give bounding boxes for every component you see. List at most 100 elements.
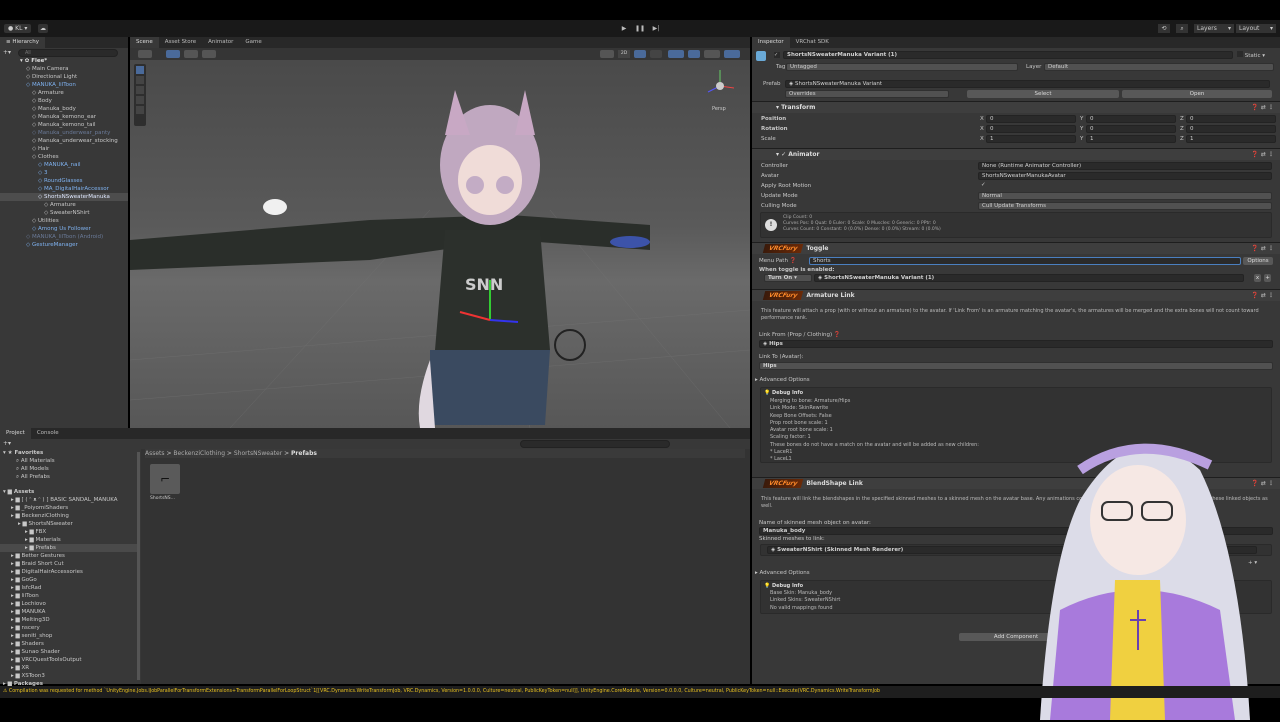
tag-dropdown[interactable]: Untagged <box>786 63 1018 71</box>
tab-asset-store[interactable]: Asset Store <box>159 37 202 48</box>
hierarchy-item[interactable]: ◇ Armature <box>0 89 128 97</box>
rect-tool-icon[interactable] <box>136 106 144 114</box>
layer-dropdown[interactable]: Default <box>1044 63 1274 71</box>
link-to-dropdown[interactable]: Hips <box>759 362 1273 370</box>
asset-item[interactable]: ⌐ ShortsNS... <box>150 464 182 501</box>
shading-mode-dropdown[interactable] <box>600 50 614 58</box>
animator-field-value[interactable]: Cull Update Transforms <box>978 202 1272 210</box>
hierarchy-item[interactable]: ◇ Manuka_underwear_stocking <box>0 137 128 145</box>
open-button[interactable]: Open <box>1122 90 1272 98</box>
hierarchy-item[interactable]: ◇ Manuka_body <box>0 105 128 113</box>
hierarchy-item[interactable]: ◇ SweaterNShirt <box>0 209 128 217</box>
folder-item[interactable]: ▸ ▆ seniti_shop <box>0 632 137 640</box>
hierarchy-search-input[interactable] <box>18 49 118 57</box>
tab-scene[interactable]: Scene <box>130 37 159 48</box>
component-menu-icon[interactable]: ❓ ⇄ ⋮ <box>1251 243 1274 255</box>
cloud-icon[interactable]: ☁ <box>38 24 48 33</box>
move-tool-icon[interactable] <box>136 76 144 84</box>
hierarchy-item[interactable]: ◇ MANUKA_lilToon <box>0 81 128 89</box>
history-icon[interactable]: ⟲ <box>1158 24 1170 33</box>
snap-dropdown[interactable] <box>202 50 216 58</box>
transform-position-x-input[interactable]: 0 <box>986 115 1076 123</box>
hierarchy-item[interactable]: ◇ GestureManager <box>0 241 128 249</box>
folder-item[interactable]: ▸ ▆ ShortsNSweater <box>0 520 137 528</box>
create-button[interactable]: +▾ <box>3 49 11 56</box>
hierarchy-item[interactable]: ◇ Main Camera <box>0 65 128 73</box>
tab-vrchat-sdk[interactable]: VRChat SDK <box>790 37 835 48</box>
scene-viewport[interactable]: SNN Persp <box>130 60 750 428</box>
tab-hierarchy[interactable]: ≡ Hierarchy <box>0 37 45 48</box>
folder-item[interactable]: ▸ ▆ Sunao Shader <box>0 648 137 656</box>
folder-item[interactable]: ▸ ▆ Melting3D <box>0 616 137 624</box>
hierarchy-item[interactable]: ◇ Hair <box>0 145 128 153</box>
folder-item[interactable]: ▸ ▆ XSToon3 <box>0 672 137 680</box>
hierarchy-item[interactable]: ◇ RoundGlasses <box>0 177 128 185</box>
tab-console[interactable]: Console <box>31 428 65 439</box>
folder-item[interactable]: ▸ ▆ FBX <box>0 528 137 536</box>
favorite-item[interactable]: ⌕ All Models <box>16 465 49 473</box>
animator-field-value[interactable]: None (Runtime Animator Controller) <box>978 162 1272 170</box>
lighting-toggle[interactable] <box>634 50 646 58</box>
component-menu-icon[interactable]: ❓ ⇄ ⋮ <box>1251 290 1274 302</box>
layout-dropdown[interactable]: Layout ▾ <box>1236 24 1276 33</box>
hierarchy-item[interactable]: ◇ Manuka_kemono_ear <box>0 113 128 121</box>
hierarchy-item[interactable]: ◇ Armature <box>0 201 128 209</box>
status-bar[interactable]: ⚠ Compilation was requested for method `… <box>0 686 1280 698</box>
tab-animator[interactable]: Animator <box>202 37 239 48</box>
account-dropdown[interactable]: ● KL ▾ <box>4 24 32 33</box>
camera-dropdown[interactable] <box>704 50 720 58</box>
transform-rotation-x-input[interactable]: 0 <box>986 125 1076 133</box>
folder-item[interactable]: ▸ ▆ BeckenziClothing <box>0 512 137 520</box>
scene-root[interactable]: ▾ ✿ Flee* <box>20 57 47 65</box>
pivot-dropdown[interactable] <box>166 50 180 58</box>
component-menu-icon[interactable]: ❓ ⇄ ⋮ <box>1251 102 1274 114</box>
project-create-button[interactable]: +▾ <box>3 440 11 447</box>
transform-scale-y-input[interactable]: 1 <box>1086 135 1176 143</box>
overrides-dropdown[interactable]: Overrides <box>785 90 949 98</box>
folder-item[interactable]: ▸ ▆ XR <box>0 664 137 672</box>
transform-position-y-input[interactable]: 0 <box>1086 115 1176 123</box>
tab-game[interactable]: Game <box>239 37 267 48</box>
vrcfury-armature-link-header[interactable]: VRCFury Armature Link ❓ ⇄ ⋮ <box>752 289 1280 301</box>
audio-toggle[interactable] <box>650 50 662 58</box>
transform-scale-z-input[interactable]: 1 <box>1186 135 1276 143</box>
component-menu-icon[interactable]: ❓ ⇄ ⋮ <box>1251 149 1274 161</box>
hidden-toggle[interactable] <box>688 50 700 58</box>
add-action-button[interactable]: + <box>1264 274 1271 282</box>
folder-item[interactable]: ▸ ▆ DigitalHairAccessories <box>0 568 137 576</box>
step-button[interactable]: ▶| <box>651 24 661 33</box>
advanced-options-toggle[interactable]: ▸ Advanced Options <box>755 376 810 384</box>
hierarchy-item[interactable]: ◇ MA_DigitalHairAccessor <box>0 185 128 193</box>
folder-item[interactable]: ▸ ▆ Better Gestures <box>0 552 137 560</box>
tool-handle-dropdown[interactable] <box>138 50 152 58</box>
project-search-input[interactable] <box>520 440 670 448</box>
folder-item[interactable]: ▸ ▆ VRCQuestToolsOutput <box>0 656 137 664</box>
hierarchy-item[interactable]: ◇ Body <box>0 97 128 105</box>
hierarchy-item[interactable]: ◇ Manuka_underwear_panty <box>0 129 128 137</box>
assets-header[interactable]: ▾ ▆ Assets <box>3 488 34 496</box>
vrcfury-toggle-header[interactable]: VRCFury Toggle ❓ ⇄ ⋮ <box>752 242 1280 254</box>
hierarchy-item[interactable]: ◇ Manuka_kemono_tail <box>0 121 128 129</box>
folder-item[interactable]: ▸ ▆ Lochiovo <box>0 600 137 608</box>
effects-toggle[interactable] <box>668 50 684 58</box>
folder-item[interactable]: ▸ ▆ MANUKA <box>0 608 137 616</box>
link-from-field[interactable]: ◈ Hips <box>759 340 1273 348</box>
perspective-label[interactable]: Persp <box>712 106 726 112</box>
object-name-input[interactable]: ShortsNSweaterManuka Variant (1) <box>783 51 1233 59</box>
orientation-gizmo[interactable] <box>702 68 738 104</box>
layers-dropdown[interactable]: Layers ▾ <box>1194 24 1234 33</box>
folder-item[interactable]: ▸ ▆ nscery <box>0 624 137 632</box>
select-button[interactable]: Select <box>967 90 1119 98</box>
advanced-options-toggle[interactable]: ▸ Advanced Options <box>755 569 810 577</box>
pause-button[interactable]: ❚❚ <box>635 24 645 33</box>
tab-inspector[interactable]: Inspector <box>752 37 790 48</box>
favorites-header[interactable]: ▾ ★ Favorites <box>3 449 43 457</box>
hierarchy-item[interactable]: ◇ MANUKA_nail <box>0 161 128 169</box>
hierarchy-item[interactable]: ◇ Clothes <box>0 153 128 161</box>
toggle-target-field[interactable]: ◈ ShortsNSweaterManuka Variant (1) <box>814 274 1244 282</box>
project-scrollbar[interactable] <box>137 452 140 680</box>
transform-rotation-y-input[interactable]: 0 <box>1086 125 1176 133</box>
transform-rotation-z-input[interactable]: 0 <box>1186 125 1276 133</box>
folder-item[interactable]: ▸ ▆ Prefabs <box>0 544 137 552</box>
transform-scale-x-input[interactable]: 1 <box>986 135 1076 143</box>
